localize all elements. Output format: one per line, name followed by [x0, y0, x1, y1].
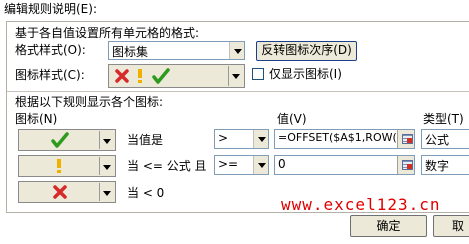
chevron-down-icon[interactable]	[253, 130, 268, 148]
format-style-label: 格式样式(O):	[15, 43, 86, 57]
rules-heading: 根据以下规则显示各个图标:	[15, 95, 164, 109]
red-x-icon	[53, 185, 67, 199]
rule-1-type: 公式	[425, 133, 450, 147]
rule-1-icon-select[interactable]	[18, 129, 116, 151]
rule-1-value-input[interactable]: =OFFSET($A$1,ROW()-	[274, 129, 415, 149]
green-check-icon	[152, 68, 170, 84]
format-style-value: 图标集	[112, 45, 149, 59]
rule-2-icon-select[interactable]	[18, 155, 116, 177]
column-value-header: 值(V)	[277, 112, 307, 126]
chevron-down-icon[interactable]	[99, 157, 114, 175]
format-style-select[interactable]: 图标集	[108, 41, 245, 60]
rule-2-operator: >=	[218, 157, 239, 171]
green-check-icon	[51, 132, 69, 148]
rule-2-type: 数字	[425, 159, 450, 173]
group-title: 基于各自值设置所有单元格的格式:	[15, 26, 200, 40]
show-icon-only-label[interactable]: 仅显示图标(I)	[269, 67, 342, 81]
rule-2-condition-text: 当 <= 公式 且	[127, 159, 207, 173]
chevron-down-icon[interactable]	[99, 131, 114, 149]
rule-description-group: 基于各自值设置所有单元格的格式: 格式样式(O): 图标集 反转图标次序(D) …	[6, 21, 469, 213]
icon-style-label: 图标样式(C):	[15, 68, 85, 82]
watermark-text: www.excel123.cn	[281, 195, 441, 214]
cancel-button[interactable]: 取	[433, 215, 469, 237]
chevron-down-icon[interactable]	[228, 66, 243, 86]
ok-button[interactable]: 确定	[350, 215, 427, 237]
section-title: 编辑规则说明(E):	[4, 2, 97, 16]
red-x-icon	[115, 69, 129, 83]
reverse-icon-order-button[interactable]: 反转图标次序(D)	[256, 41, 357, 61]
rule-2-type-select[interactable]: 数字	[421, 155, 469, 175]
range-select-icon[interactable]	[397, 156, 414, 174]
divider	[7, 91, 469, 92]
show-icon-only-checkbox[interactable]	[252, 68, 264, 80]
rule-2-operator-select[interactable]: >=	[214, 155, 269, 175]
chevron-down-icon[interactable]	[99, 183, 114, 201]
column-type-header: 类型(T)	[423, 112, 464, 126]
rule-1-operator: >	[218, 131, 229, 145]
yellow-exclamation-icon	[138, 69, 142, 83]
yellow-exclamation-icon	[57, 159, 61, 173]
rule-3-icon-select[interactable]	[18, 181, 116, 203]
rule-1-value: =OFFSET($A$1,ROW()-	[278, 131, 406, 144]
icon-style-select[interactable]	[108, 64, 245, 88]
column-icon-header: 图标(N)	[15, 112, 58, 126]
rule-2-value-input[interactable]: 0	[274, 155, 415, 175]
rule-1-condition-text: 当值是	[127, 133, 164, 147]
rule-1-type-select[interactable]: 公式	[421, 129, 469, 149]
rule-2-value: 0	[278, 157, 286, 171]
chevron-down-icon[interactable]	[253, 156, 268, 174]
rule-3-condition-text: 当 < 0	[127, 186, 165, 200]
range-select-icon[interactable]	[397, 130, 414, 148]
chevron-down-icon[interactable]	[229, 42, 244, 59]
rule-1-operator-select[interactable]: >	[214, 129, 269, 149]
